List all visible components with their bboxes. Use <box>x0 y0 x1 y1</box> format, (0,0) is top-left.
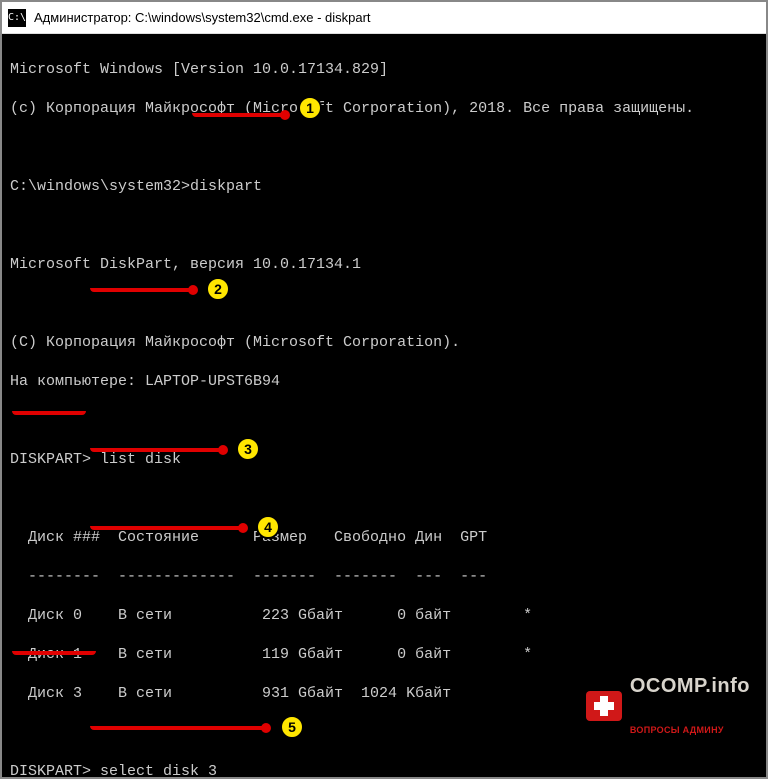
callout-4: 4 <box>256 515 280 539</box>
titlebar[interactable]: C:\ Администратор: C:\windows\system32\c… <box>2 2 766 34</box>
watermark-title: OCOMP.info <box>630 676 750 696</box>
annotation-underline <box>192 113 287 117</box>
diskpart-corp: (C) Корпорация Майкрософт (Microsoft Cor… <box>10 333 758 353</box>
cmd-icon: C:\ <box>8 9 26 27</box>
callout-3: 3 <box>236 437 260 461</box>
annotation-underline <box>12 411 86 415</box>
callout-2: 2 <box>206 277 230 301</box>
diskpart-computer: На компьютере: LAPTOP-UPST6B94 <box>10 372 758 392</box>
prompt-line: C:\windows\system32>diskpart <box>10 177 758 197</box>
watermark-subtitle: ВОПРОСЫ АДМИНУ <box>630 726 750 735</box>
annotation-underline <box>90 288 195 292</box>
disk-table-row: Диск 0 В сети 223 Gбайт 0 байт * <box>10 606 758 626</box>
watermark: OCOMP.info ВОПРОСЫ АДМИНУ <box>586 646 750 765</box>
callout-1: 1 <box>298 96 322 120</box>
callout-5: 5 <box>280 715 304 739</box>
annotation-underline <box>90 448 225 452</box>
window-title: Администратор: C:\windows\system32\cmd.e… <box>34 10 371 25</box>
disk-table-sep: -------- ------------- ------- ------- -… <box>10 567 758 587</box>
banner-line: Microsoft Windows [Version 10.0.17134.82… <box>10 60 758 80</box>
annotation-underline <box>90 526 245 530</box>
terminal-output: Microsoft Windows [Version 10.0.17134.82… <box>2 34 766 777</box>
diskpart-banner: Microsoft DiskPart, версия 10.0.17134.1 <box>10 255 758 275</box>
annotation-underline <box>90 726 268 730</box>
annotation-underline <box>12 651 96 655</box>
disk-table-header: Диск ### Состояние Размер Свободно Дин G… <box>10 528 758 548</box>
watermark-icon <box>586 691 622 721</box>
banner-line: (c) Корпорация Майкрософт (Microsoft Cor… <box>10 99 758 119</box>
prompt-line: DISKPART> list disk <box>10 450 758 470</box>
